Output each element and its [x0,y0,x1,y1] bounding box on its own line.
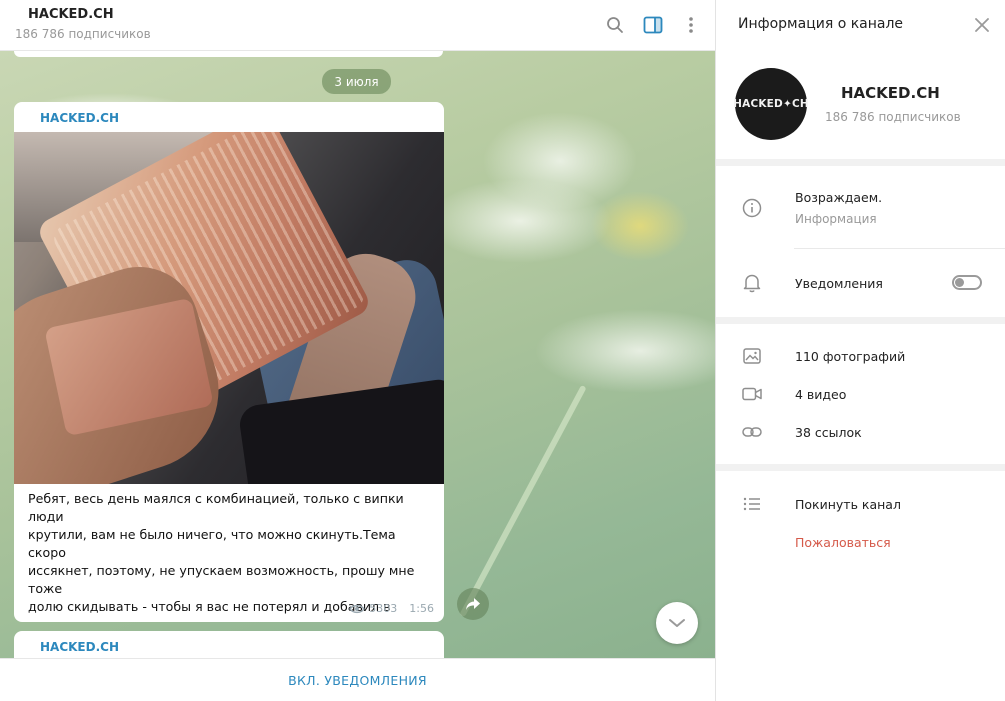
photo-icon [741,345,763,367]
bell-icon [741,272,763,294]
chat-subscriber-count: 186 786 подписчиков [15,27,151,41]
video-icon [741,383,763,405]
row-divider [794,248,1005,249]
scroll-down-button[interactable] [656,602,698,644]
notifications-toggle[interactable] [952,275,982,290]
info-icon [741,197,763,219]
photos-link[interactable]: 110 фотографий [795,349,905,364]
videos-link[interactable]: 4 видео [795,387,846,402]
enable-notifications-button[interactable]: ВКЛ. УВЕДОМЛЕНИЯ [288,673,427,688]
link-icon [741,421,763,443]
links-link[interactable]: 38 ссылок [795,425,862,440]
wallpaper-decoration [459,384,587,618]
chat-title[interactable]: HACKED.CH [28,7,114,22]
notifications-label: Уведомления [795,276,883,291]
message-author[interactable]: HACKED.CH [40,111,119,125]
section-divider [716,464,1005,471]
message-time: 1:56 [409,602,434,615]
channel-name: HACKED.CH [841,84,940,102]
message-author[interactable]: HACKED.CH [40,640,119,654]
search-icon[interactable] [604,14,626,36]
channel-info-panel: Информация о канале HACKED✦CH HACKED.CH … [715,0,1005,701]
previous-message-bubble[interactable] [14,51,443,57]
leave-channel-button[interactable]: Покинуть канал [795,497,901,512]
message-bubble[interactable]: HACKED.CH [14,631,444,658]
view-count: 5303 [369,602,398,615]
chevron-down-icon [669,619,685,627]
avatar[interactable]: HACKED✦CH [733,68,809,140]
chat-footer: ВКЛ. УВЕДОМЛЕНИЯ [0,658,715,701]
channel-description: Возраждаем. [795,190,883,205]
side-panel-icon[interactable] [642,14,664,36]
panel-title: Информация о канале [738,16,904,32]
section-divider [716,159,1005,166]
channel-subscriber-count: 186 786 подписчиков [825,110,961,124]
list-icon [741,493,763,515]
more-vertical-icon[interactable] [680,14,702,36]
channel-description-caption: Информация [795,212,877,226]
chat-column: HACKED.CH 186 786 подписчиков 3 июля HAC… [0,0,715,701]
message-bubble[interactable]: HACKED.CH Ребят, весь день маялся с комб… [14,102,444,622]
close-icon[interactable] [971,14,993,36]
message-photo[interactable] [14,132,444,484]
chat-background[interactable]: 3 июля HACKED.CH Ребят, весь день маялся… [0,51,715,658]
report-button[interactable]: Пожаловаться [795,535,891,550]
eye-icon [349,604,366,614]
chat-header[interactable]: HACKED.CH 186 786 подписчиков [0,0,715,51]
message-meta: 5303 1:56 [349,602,434,615]
toggle-knob [955,278,964,287]
section-divider [716,317,1005,324]
avatar-logo-text: HACKED✦CH [733,98,809,110]
date-separator: 3 июля [322,69,391,94]
share-icon[interactable] [457,588,489,620]
